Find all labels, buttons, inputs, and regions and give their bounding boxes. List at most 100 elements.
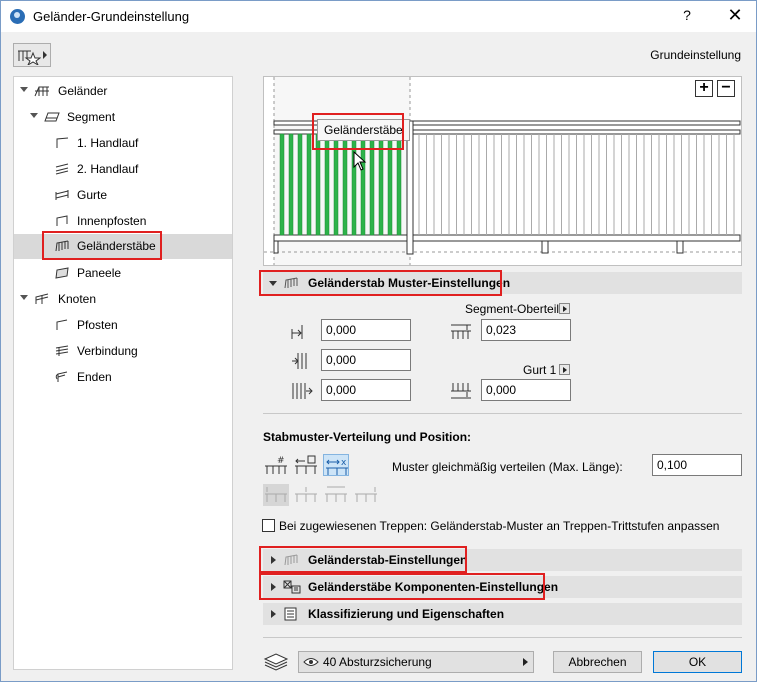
highlight-tree-selection (42, 231, 162, 260)
expand-icon (271, 610, 276, 618)
tree-item-label: Knoten (58, 292, 97, 306)
tree-item-label: Innenpfosten (77, 214, 147, 228)
tree-item-segment[interactable]: Segment (14, 105, 232, 129)
align-start-button[interactable] (263, 484, 289, 506)
end-offset-icon (292, 383, 313, 399)
start-offset-icon (291, 325, 303, 339)
baluster-selected (306, 133, 312, 236)
tree-item-label: Verbindung (77, 344, 138, 358)
tree-item-handrail-1[interactable]: 1. Handlauf (14, 131, 232, 155)
tree-item-label: Gurte (77, 188, 108, 202)
tree-item-label: Pfosten (77, 318, 118, 332)
inner-post-icon (56, 215, 68, 226)
svg-text:x: x (341, 458, 347, 468)
spread-label: Muster gleichmäßig verteilen (Max. Länge… (392, 460, 623, 474)
rail-field[interactable]: 0,000 (481, 379, 571, 401)
section-divider (263, 413, 742, 414)
tree-item-label: Paneele (77, 266, 122, 280)
layer-dropdown[interactable]: 40 Absturzsicherung (298, 651, 534, 673)
zoom-in-button[interactable]: + (695, 80, 713, 97)
spacing-field[interactable]: 0,000 (321, 349, 411, 371)
expand-icon[interactable] (30, 113, 38, 118)
classification-header[interactable]: Klassifizierung und Eigenschaften (263, 603, 742, 625)
max-length-button[interactable]: x (323, 454, 349, 476)
tree-item-panels[interactable]: Paneele (14, 261, 232, 285)
railing-preview-drawing (264, 77, 741, 265)
tree-item-connection[interactable]: Verbindung (14, 339, 232, 363)
classification-icon (284, 607, 297, 621)
align-end-button[interactable] (353, 484, 379, 506)
baluster-selected (279, 133, 285, 236)
stairs-adjust-label: Bei zugewiesenen Treppen: Geländerstab-M… (279, 519, 720, 533)
tree-item-rails[interactable]: Gurte (14, 183, 232, 207)
segment-top-label: Segment-Oberteil (465, 302, 560, 316)
align-start-icon (265, 487, 287, 502)
rails-icon (55, 190, 69, 200)
align-spread-button[interactable] (323, 484, 349, 506)
other-balusters (418, 134, 735, 235)
node-icon (35, 293, 49, 304)
tree-item-posts[interactable]: Pfosten (14, 313, 232, 337)
tree-item-handrail-2[interactable]: 2. Handlauf (14, 157, 232, 181)
max-length-field[interactable]: 0,100 (652, 454, 742, 476)
tree-item-ends[interactable]: Enden (14, 365, 232, 389)
ends-icon (55, 371, 68, 382)
favorites-arrow-icon (43, 51, 47, 59)
fixed-count-button[interactable]: # (263, 454, 289, 476)
highlight-tooltip (312, 113, 404, 150)
eye-icon (303, 658, 319, 666)
tree-item-nodes[interactable]: Knoten (14, 287, 232, 311)
title-bar: Geländer-Grundeinstellung ? ✕ (1, 1, 756, 32)
align-spread-icon (325, 486, 347, 502)
handrail-icon (56, 137, 69, 148)
fixed-distance-icon (295, 455, 317, 474)
svg-text:#: # (277, 456, 285, 466)
rail-menu-button[interactable] (559, 364, 570, 375)
tree-item-railing[interactable]: Geländer (14, 79, 232, 103)
fixed-count-icon: # (265, 456, 287, 474)
max-length-icon: x (326, 458, 348, 475)
top-distance-icon (451, 324, 471, 339)
panel-icon (55, 267, 69, 279)
dialog-window: Geländer-Grundeinstellung ? ✕ Grundeinst… (0, 0, 757, 682)
close-button[interactable]: ✕ (723, 5, 747, 27)
segment-top-menu-button[interactable] (559, 303, 570, 314)
cursor-icon (353, 151, 367, 171)
segment-top-field[interactable]: 0,023 (481, 319, 571, 341)
settings-type-label: Grundeinstellung (650, 48, 741, 62)
layer-icon (263, 653, 289, 671)
highlight-baluster-settings (259, 546, 467, 573)
post-icon (56, 319, 68, 330)
end-offset-field[interactable]: 0,000 (321, 379, 411, 401)
tree-item-label: Enden (77, 370, 112, 384)
baluster-selected (288, 133, 294, 236)
align-center-icon (295, 487, 317, 502)
zoom-out-button[interactable]: − (717, 80, 735, 97)
cancel-button[interactable]: Abbrechen (553, 651, 642, 673)
connection-icon (55, 345, 69, 356)
footer-divider (263, 637, 742, 638)
fixed-distance-button[interactable] (293, 454, 319, 476)
ok-button[interactable]: OK (653, 651, 742, 673)
highlight-pattern-header (259, 270, 502, 296)
favorites-button[interactable] (13, 43, 51, 67)
segment-icon (44, 112, 60, 122)
tree-item-inner-post[interactable]: Innenpfosten (14, 209, 232, 233)
help-button[interactable]: ? (677, 7, 697, 27)
stairs-adjust-checkbox[interactable] (262, 519, 275, 532)
baluster-spacing-icon (292, 353, 307, 369)
railing-preview (263, 76, 742, 266)
favorites-star-icon (18, 50, 41, 65)
dropdown-arrow-icon (523, 658, 528, 666)
highlight-components (259, 573, 545, 600)
bottom-distance-icon (451, 383, 471, 399)
baluster-selected (297, 133, 303, 236)
expand-icon[interactable] (20, 87, 28, 92)
layer-value: 40 Absturzsicherung (323, 655, 432, 669)
settings-tree: Geländer Segment 1. Handlauf 2. Handlauf… (13, 76, 233, 670)
align-center-button[interactable] (293, 484, 319, 506)
tree-item-label: 1. Handlauf (77, 136, 139, 150)
expand-icon[interactable] (20, 295, 28, 300)
start-offset-field[interactable]: 0,000 (321, 319, 411, 341)
tree-item-label: Geländer (58, 84, 108, 98)
